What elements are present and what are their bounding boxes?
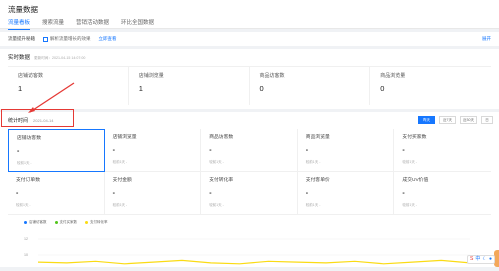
page-header: 流量数据 流量看板 搜索流量 营销活动数据 环比全国数据 [0, 0, 499, 30]
realtime-label: 商品浏览量 [380, 73, 406, 79]
annotation-highlight-box [1, 109, 74, 127]
chinese-input-icon[interactable]: 中 [475, 257, 480, 262]
page-title: 流量数据 [8, 5, 38, 14]
tips-label: 流量提升秘籍 [8, 36, 35, 41]
realtime-cell: 商品浏览量 0 [370, 67, 491, 105]
tab-flow-board[interactable]: 流量看板 [8, 18, 31, 30]
tips-checkbox[interactable] [43, 36, 48, 42]
realtime-value: 0 [380, 84, 385, 93]
line-chart [37, 238, 471, 265]
view-now-link[interactable]: 立即查看 [99, 36, 117, 42]
s-logo-icon[interactable]: S [470, 257, 473, 262]
realtime-title: 实时数据 [8, 55, 31, 61]
tips-check-text: 解析流量增长的效果 [50, 36, 91, 41]
realtime-value: 0 [259, 84, 264, 93]
realtime-cell: 商品访客数 0 [250, 67, 371, 105]
tab-marketing-data[interactable]: 营销活动数据 [76, 18, 109, 30]
realtime-cell: 店铺浏览量 1 [129, 67, 250, 105]
realtime-label: 店铺浏览量 [138, 73, 164, 79]
mic-icon[interactable]: ● [489, 257, 492, 262]
app-window: 流量数据 流量看板 搜索流量 营销活动数据 环比全国数据 流量提升秘籍 解析流量… [0, 0, 499, 271]
realtime-panel: 实时数据 更新时间：2021-04-15 14:07:00 店铺访客数 1 店铺… [0, 49, 499, 109]
realtime-value: 1 [138, 84, 143, 93]
realtime-label: 商品访客数 [259, 73, 285, 79]
realtime-label: 店铺访客数 [18, 73, 44, 79]
stats-panel: 统计时间 2021-04-14 昨天 近7天 近30天 日 店铺访客数 - 较前… [0, 112, 499, 267]
floating-toolbar[interactable]: S 中 ☾ ● [467, 255, 495, 264]
realtime-value: 1 [18, 84, 23, 93]
tab-bar: 流量看板 搜索流量 营销活动数据 环比全国数据 [8, 18, 491, 30]
expand-link[interactable]: 展开 [482, 36, 491, 42]
series-line [37, 259, 471, 265]
tab-search-flow[interactable]: 搜索流量 [42, 18, 64, 30]
realtime-cell: 店铺访客数 1 [8, 67, 129, 105]
tab-national-data[interactable]: 环比全国数据 [121, 18, 154, 30]
moon-icon[interactable]: ☾ [482, 257, 486, 262]
tips-bar: 流量提升秘籍 解析流量增长的效果 立即查看 展开 [0, 32, 499, 46]
realtime-update-time: 更新时间：2021-04-15 14:07:00 [34, 56, 86, 60]
realtime-metrics: 店铺访客数 1 店铺浏览量 1 商品访客数 0 商品浏览量 0 [8, 66, 491, 105]
